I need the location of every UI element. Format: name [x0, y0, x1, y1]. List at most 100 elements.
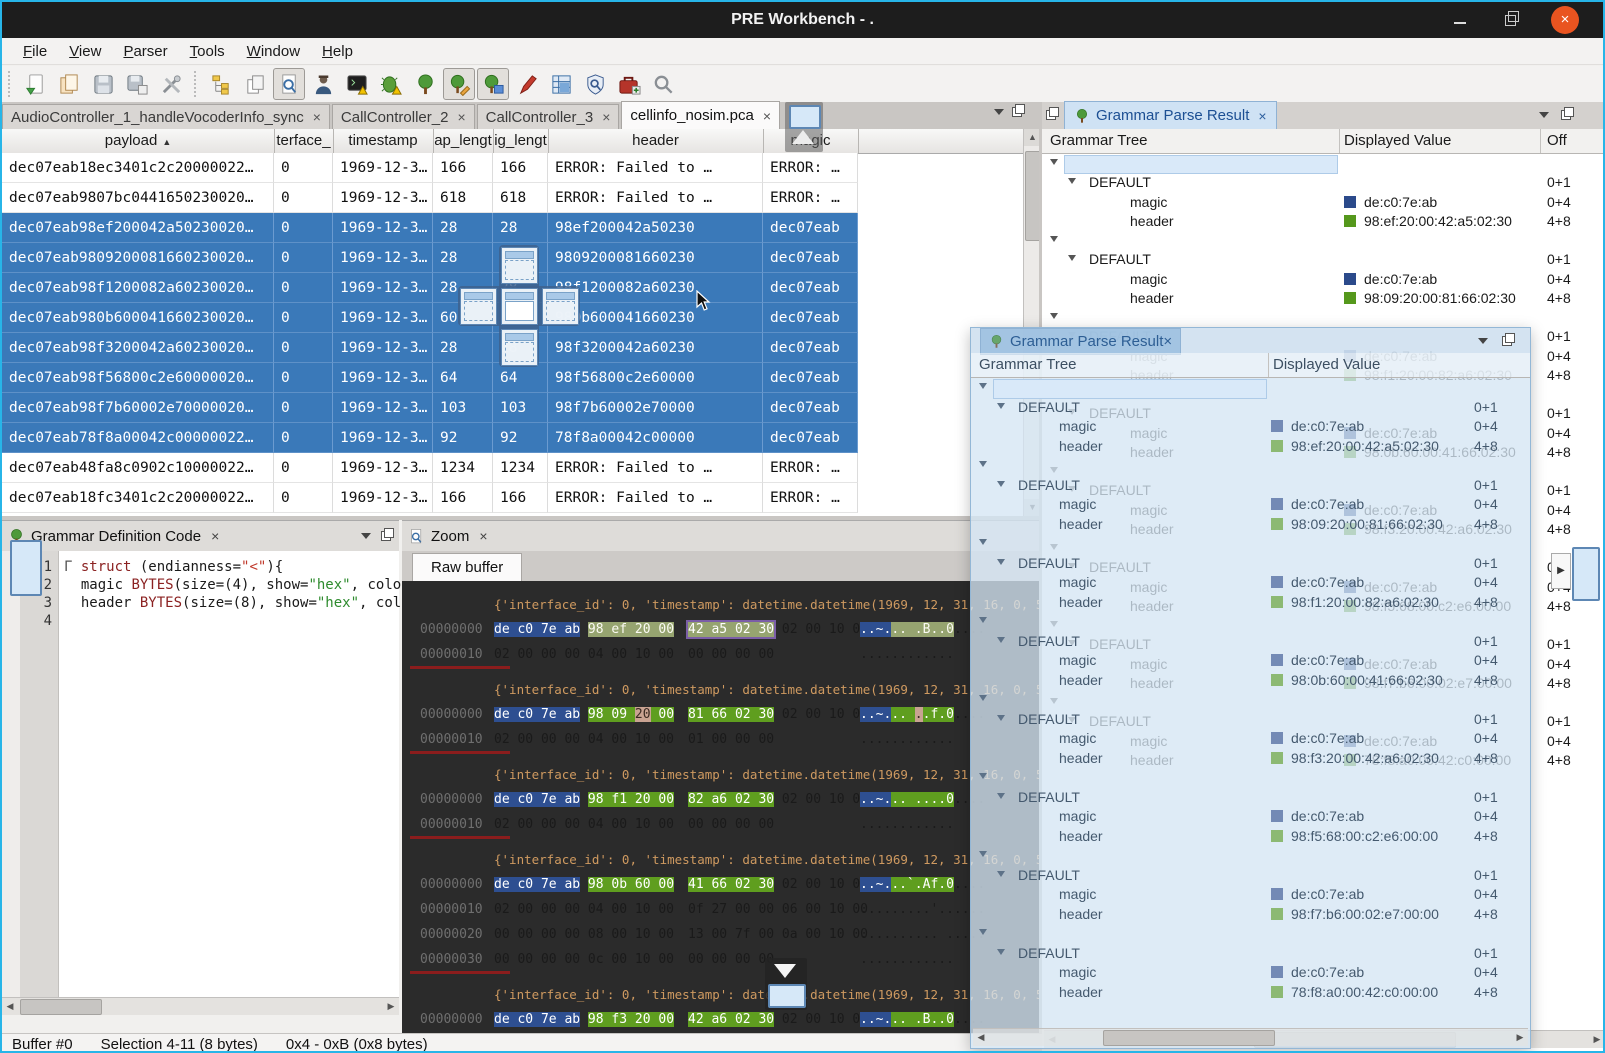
- save-icon[interactable]: [87, 68, 119, 100]
- hex-row[interactable]: 00000000de c0 7e ab 98 ef 20 0042 a5 02 …: [402, 622, 1039, 644]
- toolbox-icon[interactable]: [613, 68, 645, 100]
- grid-window-icon[interactable]: [545, 68, 577, 100]
- table-row[interactable]: dec07eab9807bc0441650230020…01969-12-3…6…: [2, 183, 858, 213]
- col-grammar-tree[interactable]: Grammar Tree: [1050, 129, 1148, 153]
- terminal-warning-icon[interactable]: [341, 68, 373, 100]
- expander-icon[interactable]: [979, 695, 987, 701]
- expander-icon[interactable]: [997, 559, 1005, 565]
- tree-field-row[interactable]: header98:f5:68:00:c2:e6:00:004+8: [971, 828, 1530, 847]
- scroll-left-icon[interactable]: ◀: [2, 998, 18, 1014]
- tree-field-row[interactable]: magicde:c0:7e:ab0+4: [971, 574, 1530, 593]
- tree-field-row[interactable]: header98:09:20:00:81:66:02:304+8: [971, 516, 1530, 535]
- tree-edit-icon[interactable]: [443, 68, 475, 100]
- table-row[interactable]: dec07eab98f3200042a60230020…01969-12-3…2…: [2, 333, 858, 363]
- tree-node-row[interactable]: DEFAULT0+1: [971, 633, 1530, 652]
- tree-field-row[interactable]: header98:0b:60:00:41:66:02:304+8: [971, 672, 1530, 691]
- tree-node-row[interactable]: DEFAULT0+1: [1042, 251, 1605, 270]
- menu-file[interactable]: File: [12, 43, 58, 60]
- tree-root-row[interactable]: [971, 379, 1530, 398]
- tree-root-row[interactable]: [1042, 155, 1605, 174]
- scroll-right-icon[interactable]: ▶: [1512, 1029, 1528, 1045]
- close-icon[interactable]: ×: [313, 109, 321, 125]
- copy-pages-icon[interactable]: [239, 68, 271, 100]
- column-header-iglengt[interactable]: ig_lengt: [493, 129, 549, 153]
- menu-view[interactable]: View: [58, 43, 112, 60]
- tree-field-row[interactable]: magicde:c0:7e:ab0+4: [971, 964, 1530, 983]
- table-row[interactable]: dec07eab98f1200082a60230020…01969-12-3…2…: [2, 273, 858, 303]
- table-row[interactable]: dec07eab18ec3401c2c20000022…01969-12-3…1…: [2, 153, 858, 183]
- tab-callcontroller-2[interactable]: CallController_2×: [332, 104, 475, 129]
- grammar-definition-title[interactable]: Grammar Definition Code ×: [2, 521, 399, 551]
- drop-left-target[interactable]: [460, 288, 497, 325]
- minimize-button[interactable]: [1447, 7, 1473, 33]
- find-in-document-icon[interactable]: [273, 68, 305, 100]
- tree-node-row[interactable]: DEFAULT0+1: [971, 789, 1530, 808]
- table-row[interactable]: dec07eab980b600041660230020…01969-12-3…6…: [2, 303, 858, 333]
- tree-field-row[interactable]: magicde:c0:7e:ab0+4: [1042, 271, 1605, 290]
- tree-node-row[interactable]: DEFAULT0+1: [1042, 174, 1605, 193]
- float-restore-icon[interactable]: [1502, 336, 1512, 346]
- drop-right-target[interactable]: [542, 288, 579, 325]
- expander-icon[interactable]: [979, 851, 987, 857]
- menu-parser[interactable]: Parser: [112, 43, 178, 60]
- search-icon[interactable]: [647, 68, 679, 100]
- scrollbar-thumb[interactable]: [20, 999, 102, 1015]
- expander-icon[interactable]: [1068, 255, 1076, 261]
- close-icon[interactable]: ×: [211, 528, 219, 544]
- tree-field-row[interactable]: header98:ef:20:00:42:a5:02:304+8: [971, 438, 1530, 457]
- table-row[interactable]: dec07eab18fc3401c2c20000022…01969-12-3…1…: [2, 483, 858, 513]
- expander-icon[interactable]: [997, 403, 1005, 409]
- drop-edge-left[interactable]: [10, 540, 42, 596]
- expander-icon[interactable]: [1050, 313, 1058, 319]
- tree-root-row[interactable]: [971, 457, 1530, 476]
- open-document-icon[interactable]: [53, 68, 85, 100]
- tree-node-row[interactable]: DEFAULT0+1: [971, 399, 1530, 418]
- column-header-terface[interactable]: terface_: [274, 129, 334, 153]
- close-icon[interactable]: ×: [763, 108, 771, 124]
- float-pane-icon[interactable]: [1012, 107, 1022, 117]
- tree-field-row[interactable]: header98:f3:20:00:42:a6:02:304+8: [971, 750, 1530, 769]
- scroll-left-icon[interactable]: ◀: [973, 1029, 989, 1045]
- tree-field-row[interactable]: magicde:c0:7e:ab0+4: [971, 496, 1530, 515]
- hex-row[interactable]: 0000001002 00 00 00 04 00 10 000f 27 00 …: [402, 902, 1039, 924]
- table-row[interactable]: dec07eab98f56800c2e60000020…01969-12-3…6…: [2, 363, 858, 393]
- tree-field-row[interactable]: header78:f8:a0:00:42:c0:00:004+8: [971, 984, 1530, 1003]
- col-displayed-value[interactable]: Displayed Value: [1344, 129, 1451, 153]
- tree-field-row[interactable]: header98:09:20:00:81:66:02:304+8: [1042, 290, 1605, 309]
- drop-edge-right-arrow[interactable]: ▶: [1551, 553, 1571, 589]
- table-row[interactable]: dec07eab78f8a00042c00000022…01969-12-3…9…: [2, 423, 858, 453]
- col-offset[interactable]: Off: [1547, 129, 1567, 153]
- tree-root-row[interactable]: [971, 691, 1530, 710]
- table-row[interactable]: dec07eab48fa8c0902c10000022…01969-12-3…1…: [2, 453, 858, 483]
- parse-tree-icon[interactable]: [409, 68, 441, 100]
- table-row[interactable]: dec07eab98f7b60002e70000020…01969-12-3…1…: [2, 393, 858, 423]
- expander-icon[interactable]: [1068, 178, 1076, 184]
- tab-callcontroller-3[interactable]: CallController_3×: [477, 104, 620, 129]
- tab-raw-buffer[interactable]: Raw buffer: [412, 553, 522, 582]
- expander-icon[interactable]: [1050, 159, 1058, 165]
- dock-float-icon[interactable]: [1561, 110, 1571, 120]
- drop-top-target[interactable]: [501, 247, 538, 284]
- expander-icon[interactable]: [979, 461, 987, 467]
- tools-icon[interactable]: [155, 68, 187, 100]
- table-row[interactable]: dec07eab9809200081660230020…01969-12-3…2…: [2, 243, 858, 273]
- close-button[interactable]: ×: [1551, 6, 1579, 34]
- save-as-icon[interactable]: [121, 68, 153, 100]
- close-icon[interactable]: ×: [479, 528, 487, 544]
- tree-root-row[interactable]: [971, 535, 1530, 554]
- highlight-marker-icon[interactable]: [511, 68, 543, 100]
- float-dropdown-icon[interactable]: [1478, 338, 1488, 344]
- shield-search-icon[interactable]: [579, 68, 611, 100]
- floating-tab[interactable]: Grammar Parse Result ×: [980, 328, 1181, 355]
- tab-list-dropdown-icon[interactable]: [994, 109, 1004, 115]
- expander-icon[interactable]: [979, 617, 987, 623]
- toolbar-handle[interactable]: [192, 71, 200, 97]
- hex-row[interactable]: 00000000de c0 7e ab 98 0b 60 0041 66 02 …: [402, 877, 1039, 899]
- expander-icon[interactable]: [997, 637, 1005, 643]
- tree-node-row[interactable]: DEFAULT0+1: [971, 945, 1530, 964]
- float-pane-icon[interactable]: [1046, 110, 1056, 120]
- zoom-panel-title[interactable]: Zoom ×: [402, 521, 1039, 551]
- restore-button[interactable]: [1497, 7, 1523, 33]
- tree-field-row[interactable]: magicde:c0:7e:ab0+4: [1042, 194, 1605, 213]
- drop-bottom-target[interactable]: [501, 329, 538, 366]
